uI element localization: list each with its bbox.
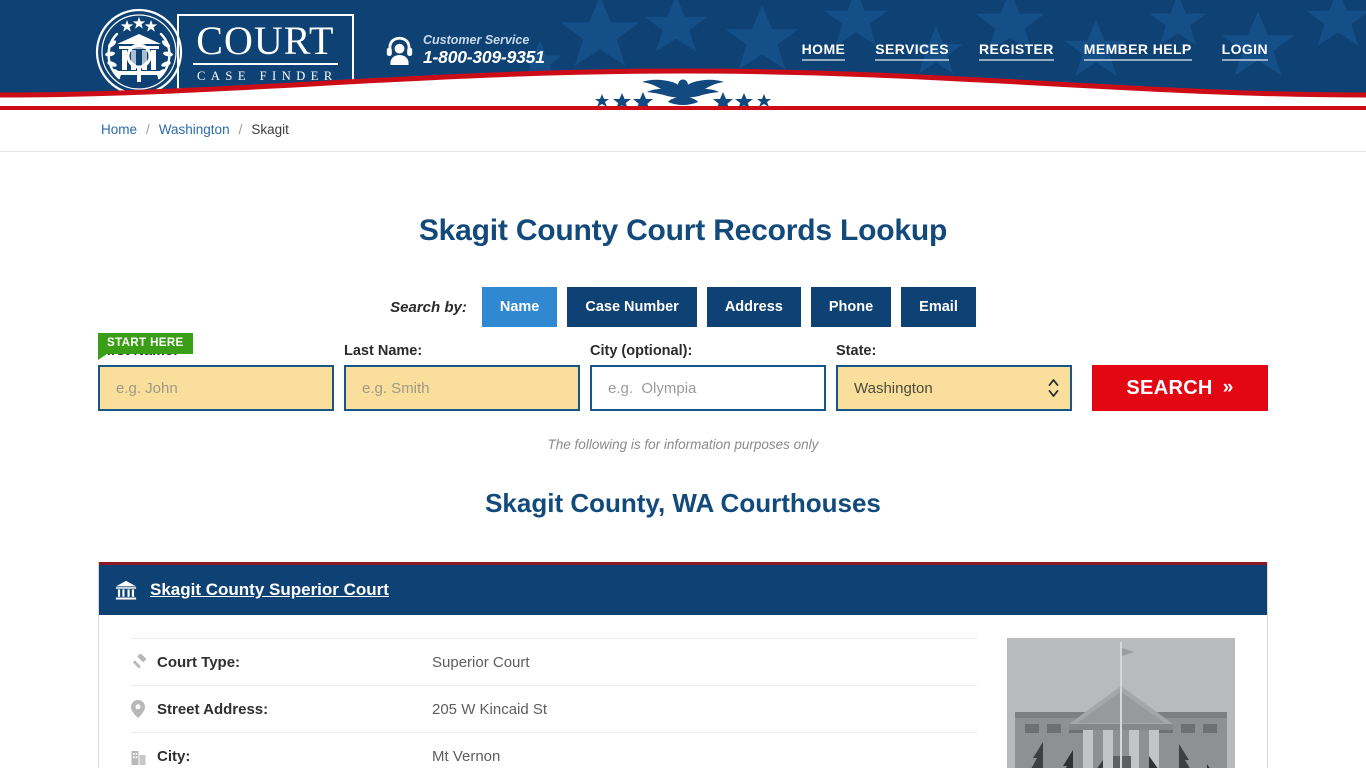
site-header: COURT CASE FINDER Customer Service 1-800… [0,0,1366,110]
search-button[interactable]: SEARCH » [1092,365,1268,411]
row-label: Court Type: [157,653,241,671]
courthouse-card: Skagit County Superior Court Court Type:… [98,562,1268,768]
page-title: Skagit County Court Records Lookup [418,214,948,247]
breadcrumb-washington[interactable]: Washington [159,122,230,137]
search-by-tabs: Search by: Name Case Number Address Phon… [0,287,1366,327]
row-value: Mt Vernon [432,747,501,765]
breadcrumb-current: Skagit [251,122,289,137]
tab-email[interactable]: Email [901,287,976,327]
city-field-group: City (optional): [590,343,826,411]
row-value: Superior Court [432,653,530,671]
row-label: City: [157,747,191,765]
main-navigation: HOME SERVICES REGISTER MEMBER HELP LOGIN [801,41,1268,61]
tab-case-number[interactable]: Case Number [567,287,697,327]
last-name-field-group: Last Name: [344,343,580,411]
breadcrumb-separator: / [238,122,243,137]
state-field-group: State: Washington [836,343,1072,411]
map-pin-icon [131,700,157,718]
last-name-input[interactable] [344,365,580,411]
search-button-label: SEARCH [1126,376,1213,399]
breadcrumb-separator: / [146,122,150,137]
last-name-label: Last Name: [344,343,423,359]
tab-address[interactable]: Address [706,287,801,327]
header-eagle-emblem [595,79,771,110]
first-name-input[interactable] [98,365,334,411]
bank-icon [115,580,137,600]
courthouse-card-body: Court Type: Superior Court Street Addres… [99,615,1267,768]
nav-item-login[interactable]: LOGIN [1221,41,1268,61]
nav-item-member-help[interactable]: MEMBER HELP [1083,41,1192,61]
search-button-chevron: » [1222,377,1234,398]
nav-item-services[interactable]: SERVICES [875,41,950,61]
table-row: Street Address: 205 W Kincaid St [131,685,977,732]
state-select-wrapper: Washington [836,365,1072,411]
nav-item-register[interactable]: REGISTER [979,41,1054,61]
state-select[interactable]: Washington [836,365,1072,411]
table-row: Court Type: Superior Court [131,638,977,685]
city-label: City (optional): [590,343,693,359]
city-icon [131,748,157,765]
gavel-icon [131,653,157,671]
section-title: Skagit County, WA Courthouses [485,488,881,518]
city-input[interactable] [590,365,826,411]
search-by-label: Search by: [390,298,467,316]
logo-primary-text: COURT [193,20,338,65]
search-form: START HERE First Name: Last Name: City (… [0,333,1366,411]
courthouse-name-link[interactable]: Skagit County Superior Court [150,580,389,600]
tab-name[interactable]: Name [481,287,558,327]
header-bottom-rule [0,106,1366,110]
table-row: City: Mt Vernon [131,732,977,768]
state-label: State: [836,343,877,359]
headset-icon [386,37,413,66]
start-here-badge: START HERE [98,333,193,360]
disclaimer-text: The following is for information purpose… [547,437,819,452]
main-content: Skagit County Court Records Lookup Searc… [0,152,1366,768]
breadcrumb-home[interactable]: Home [101,122,137,137]
breadcrumb: Home / Washington / Skagit [101,122,289,137]
courthouse-photo [1007,638,1235,768]
customer-service-block: Customer Service 1-800-309-9351 [385,33,545,68]
courthouse-card-header: Skagit County Superior Court [99,562,1267,615]
row-label: Street Address: [157,700,269,718]
nav-item-home[interactable]: HOME [801,41,846,61]
customer-service-label: Customer Service [423,33,530,47]
row-value: 205 W Kincaid St [432,700,548,718]
tab-phone[interactable]: Phone [810,287,892,327]
courthouse-detail-rows: Court Type: Superior Court Street Addres… [131,638,977,768]
breadcrumb-bar: Home / Washington / Skagit [0,110,1366,152]
